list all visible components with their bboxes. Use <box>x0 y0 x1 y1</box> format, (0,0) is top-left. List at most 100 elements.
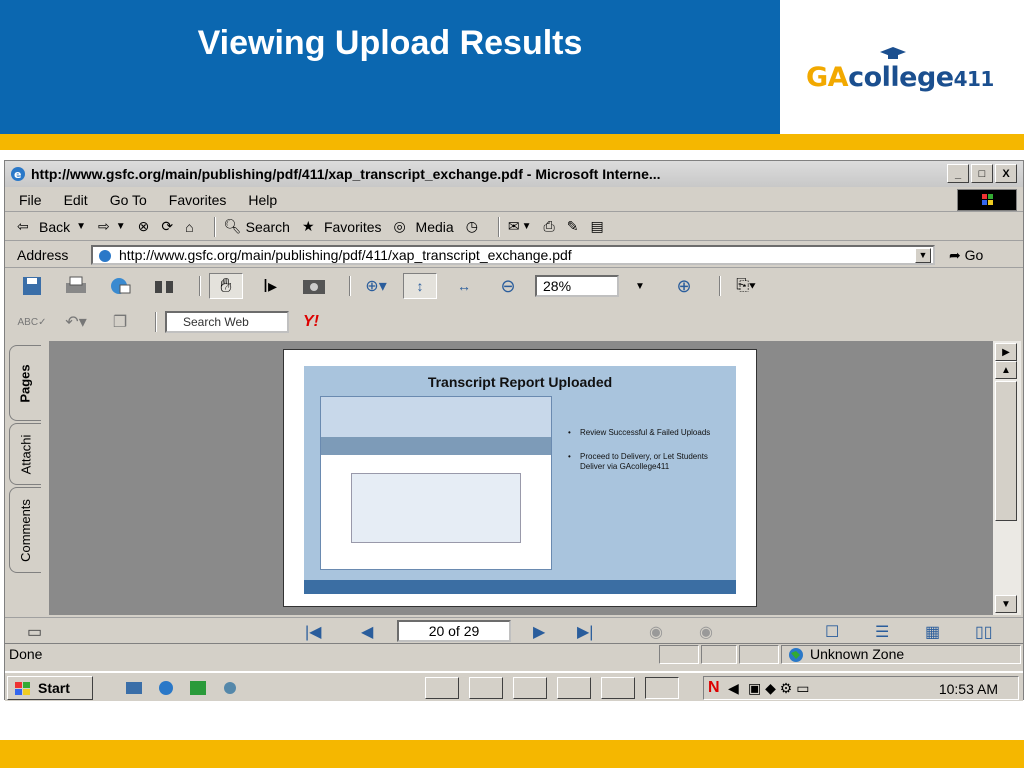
tray-app-icons[interactable]: ▣ ◆ ⚙ ▭ <box>748 680 809 697</box>
page-icon <box>99 250 111 262</box>
scroll-up-button[interactable]: ▲ <box>995 361 1017 379</box>
internet-explorer-icon[interactable] <box>157 680 175 696</box>
mail-button[interactable]: ✉ ▼ <box>508 218 532 235</box>
hand-tool-button[interactable]: ✋︎ <box>209 273 243 299</box>
taskbar-item-ie-active[interactable] <box>645 677 679 699</box>
outlook-icon[interactable] <box>189 680 207 696</box>
page-layout-icon[interactable]: ▭ <box>27 622 42 642</box>
undo-button[interactable]: ↶▾ <box>59 309 93 335</box>
select-text-button[interactable]: I▸ <box>253 273 287 299</box>
continuous-facing-icon[interactable]: ▯▯ <box>975 622 993 642</box>
continuous-page-icon[interactable]: ☰ <box>875 622 889 642</box>
next-page-button[interactable]: ▶ <box>533 622 545 642</box>
yahoo-button[interactable]: Y! <box>303 313 319 331</box>
zoom-out-button[interactable]: ⊖ <box>491 273 525 299</box>
menu-favorites[interactable]: Favorites <box>169 192 227 208</box>
window-controls: _ □ X <box>947 164 1017 183</box>
email-button[interactable] <box>103 273 137 299</box>
start-button[interactable]: Start <box>7 676 93 700</box>
zoom-in-plus-button[interactable]: ⊕ <box>667 273 701 299</box>
print-button[interactable] <box>59 273 93 299</box>
title-bar[interactable]: e http://www.gsfc.org/main/publishing/pd… <box>5 161 1023 187</box>
copy-button[interactable]: ❐ <box>103 309 137 335</box>
mail-icon: ✉ <box>507 218 520 234</box>
spellcheck-button[interactable]: ABC✓ <box>15 309 49 335</box>
norton-icon[interactable]: N <box>708 679 720 697</box>
history-button[interactable]: ◷ <box>466 218 478 235</box>
edit-button[interactable]: ✎ <box>567 218 579 235</box>
close-button[interactable]: X <box>995 164 1017 183</box>
document-pane[interactable]: Transcript Report Uploaded Review Succes… <box>49 341 993 615</box>
save-button[interactable] <box>15 273 49 299</box>
first-page-button[interactable]: |◀ <box>305 622 321 642</box>
separator <box>349 276 351 296</box>
top-accent-stripe <box>0 134 1024 150</box>
gacollege-logo: GAcollege411 <box>806 47 994 93</box>
forward-button[interactable]: ⇨ ▼ <box>98 218 126 235</box>
print-button[interactable]: ⎙ <box>544 218 555 235</box>
previous-view-button[interactable]: ◉ <box>649 622 663 642</box>
single-page-icon[interactable]: ☐ <box>825 622 839 642</box>
taskbar-item-ie[interactable] <box>425 677 459 699</box>
tab-attachments[interactable]: Attachi <box>9 423 41 485</box>
tab-pages[interactable]: Pages <box>9 345 41 421</box>
scroll-thumb[interactable] <box>995 381 1017 521</box>
next-view-button[interactable]: ◉ <box>699 622 713 642</box>
find-button[interactable] <box>147 273 181 299</box>
menu-edit[interactable]: Edit <box>64 192 88 208</box>
fit-page-button[interactable]: ↕ <box>403 273 437 299</box>
show-desktop-icon[interactable] <box>125 680 143 696</box>
standard-toolbar: ⇦ Back ▼ ⇨ ▼ ⊗ ⟳ ⌂ 🔍︎ Search ★ Favorites ◎ M… <box>5 213 1023 241</box>
last-page-button[interactable]: ▶| <box>577 622 593 642</box>
go-button[interactable]: ➦ Go <box>949 247 983 264</box>
vertical-scrollbar[interactable]: ▶ ▲ ▼ <box>993 341 1021 615</box>
search-button[interactable]: 🔍︎ Search <box>224 218 290 236</box>
zoom-dropdown-button[interactable]: ▼ <box>623 273 657 299</box>
zoom-in-icon: ⊕▾ <box>365 278 387 295</box>
menu-file[interactable]: File <box>19 192 42 208</box>
taskbar-item-ie-3[interactable] <box>601 677 635 699</box>
media-button[interactable]: ◎ Media <box>394 218 454 236</box>
search-toolbar: ABC✓ ↶▾ ❐ Search Web Y! <box>5 305 385 339</box>
camera-icon <box>303 280 325 294</box>
maximize-button[interactable]: □ <box>971 164 993 183</box>
tab-comments[interactable]: Comments <box>9 487 41 573</box>
zoom-in-button[interactable]: ⊕▾ <box>359 273 393 299</box>
menu-go-to[interactable]: Go To <box>110 192 147 208</box>
taskbar-item-powerpoint[interactable] <box>469 677 503 699</box>
taskbar-item-word[interactable] <box>513 677 547 699</box>
favorites-button[interactable]: ★ Favorites <box>302 218 382 236</box>
fit-width-button[interactable]: ↔ <box>447 273 481 299</box>
facing-pages-icon[interactable]: ▦ <box>925 622 940 642</box>
fit-page-icon: ↕ <box>416 278 424 294</box>
back-button[interactable]: ⇦ Back ▼ <box>17 218 86 236</box>
page-number-input[interactable]: 20 of 29 <box>397 620 511 642</box>
acrobat-toolbar: ✋︎ I▸ ⊕▾ ↕ ↔ ⊖ 28% ▼ ⊕ ⎘▾ <box>5 269 875 303</box>
address-input[interactable]: http://www.gsfc.org/main/publishing/pdf/… <box>91 245 935 265</box>
stop-button[interactable]: ⊗ <box>138 218 150 235</box>
separator <box>213 216 216 237</box>
separator <box>199 276 201 296</box>
home-button[interactable]: ⌂ <box>185 219 193 235</box>
windows-taskbar: Start N ◀ ▣ ◆ ⚙ ▭ 10:53 AM <box>5 671 1023 701</box>
snapshot-button[interactable] <box>297 273 331 299</box>
previous-page-button[interactable]: ◀ <box>361 622 373 642</box>
scroll-right-button[interactable]: ▶ <box>995 343 1017 361</box>
menu-help[interactable]: Help <box>248 192 277 208</box>
zoom-in-icon: ⊕ <box>676 275 692 296</box>
search-web-input[interactable]: Search Web <box>165 311 289 333</box>
page-navigation-bar: ▭ |◀ ◀ 20 of 29 ▶ ▶| ◉ ◉ ☐ ☰ ▦ ▯▯ <box>5 617 1023 643</box>
scroll-down-button[interactable]: ▼ <box>995 595 1017 613</box>
address-dropdown-button[interactable]: ▼ <box>915 248 931 263</box>
discuss-button[interactable]: ▤ <box>590 218 603 235</box>
separator <box>719 276 721 296</box>
volume-icon[interactable]: ◀ <box>728 680 739 697</box>
minimize-button[interactable]: _ <box>947 164 969 183</box>
rotate-button[interactable]: ⎘▾ <box>729 273 763 299</box>
zoom-level-input[interactable]: 28% <box>535 275 619 297</box>
binoculars-icon <box>155 281 173 293</box>
network-icon[interactable] <box>221 680 239 696</box>
taskbar-item-ie-2[interactable] <box>557 677 591 699</box>
refresh-button[interactable]: ⟳ <box>161 218 173 235</box>
bullet-item: Review Successful & Failed Uploads <box>568 428 728 438</box>
